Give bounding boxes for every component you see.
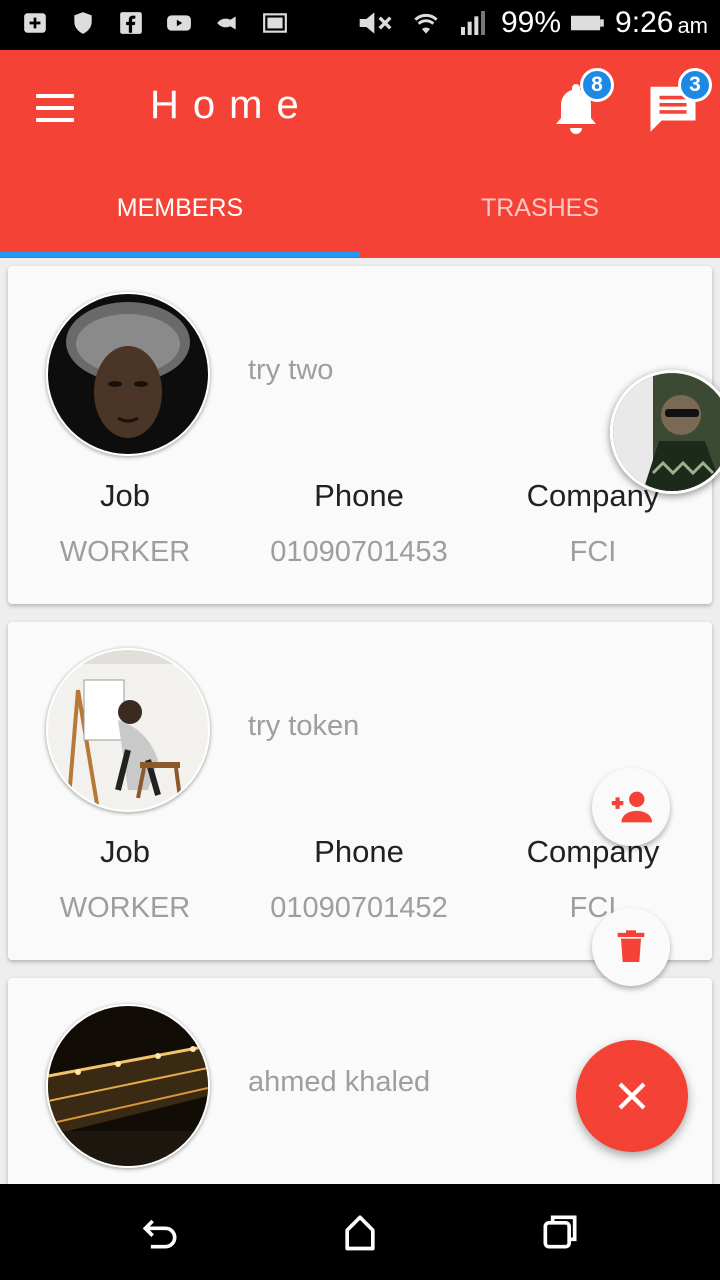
status-bar-system: 99% 9:26 am bbox=[357, 6, 708, 40]
company-value: FCI bbox=[569, 536, 617, 568]
job-value: WORKER bbox=[59, 892, 191, 924]
wifi-icon bbox=[414, 13, 438, 34]
member-avatar[interactable] bbox=[46, 1004, 210, 1168]
phone-label: Phone bbox=[314, 834, 404, 869]
youtube-icon bbox=[167, 15, 191, 31]
battery-percent: 99% bbox=[501, 6, 562, 39]
job-column: Job WORKER bbox=[8, 834, 242, 925]
phone-value: 01090701452 bbox=[270, 892, 448, 924]
member-name: ahmed khaled bbox=[248, 1066, 431, 1098]
person-add-icon bbox=[611, 791, 653, 823]
job-column: Job WORKER bbox=[8, 478, 242, 569]
phone-label: Phone bbox=[314, 478, 404, 513]
member-card[interactable]: try two Job WORKER Phone 01090701453 Com… bbox=[8, 266, 712, 604]
shield-icon bbox=[74, 12, 92, 34]
add-box-icon bbox=[24, 13, 46, 33]
mute-icon bbox=[359, 12, 392, 34]
member-name: try two bbox=[248, 354, 334, 386]
recent-apps-icon[interactable] bbox=[538, 1210, 582, 1254]
signal-icon bbox=[461, 11, 485, 35]
page-title: Home bbox=[150, 83, 313, 127]
phone-value: 01090701453 bbox=[270, 536, 448, 568]
phone-column: Phone 01090701453 bbox=[242, 478, 476, 569]
back-icon[interactable] bbox=[138, 1210, 182, 1254]
job-label: Job bbox=[100, 834, 150, 869]
menu-button[interactable] bbox=[36, 94, 76, 124]
fish-icon bbox=[217, 16, 236, 30]
notifications-button[interactable]: 8 bbox=[552, 68, 614, 136]
member-details: Job WORKER Phone 01090701452 Company FCI bbox=[8, 834, 712, 925]
member-avatar[interactable] bbox=[46, 292, 210, 456]
member-photo bbox=[48, 1006, 208, 1166]
messages-button[interactable]: 3 bbox=[646, 68, 712, 136]
phone-column: Phone 01090701452 bbox=[242, 834, 476, 925]
clock-ampm: am bbox=[677, 13, 708, 38]
menu-icon-line bbox=[36, 106, 74, 110]
job-label: Job bbox=[100, 478, 150, 513]
status-bar: 99% 9:26 am bbox=[0, 0, 720, 50]
company-label: Company bbox=[526, 834, 660, 869]
member-photo bbox=[48, 650, 208, 810]
menu-icon-line bbox=[36, 118, 74, 122]
close-fab-menu-button[interactable] bbox=[576, 1040, 688, 1152]
tab-members[interactable]: MEMBERS bbox=[0, 180, 360, 258]
member-photo bbox=[48, 294, 208, 454]
delete-button[interactable] bbox=[592, 908, 670, 986]
app-bar: Home 8 3 MEMBERS TRASHES bbox=[0, 50, 720, 258]
tab-trashes[interactable]: TRASHES bbox=[360, 180, 720, 258]
member-name: try token bbox=[248, 710, 360, 742]
notification-count-badge: 8 bbox=[580, 68, 614, 102]
member-avatar[interactable] bbox=[46, 648, 210, 812]
delete-icon bbox=[617, 930, 645, 962]
home-icon[interactable] bbox=[338, 1210, 382, 1254]
tab-bar: MEMBERS TRASHES bbox=[0, 180, 720, 258]
user-photo bbox=[613, 373, 720, 491]
tab-indicator bbox=[0, 252, 360, 257]
add-member-button[interactable] bbox=[592, 768, 670, 846]
navigation-bar bbox=[0, 1184, 720, 1280]
close-icon bbox=[618, 1082, 646, 1110]
screenshot-icon bbox=[263, 13, 287, 33]
member-details: Job WORKER Phone 01090701453 Company FCI bbox=[8, 478, 712, 569]
clock-time: 9:26 bbox=[615, 6, 674, 39]
status-bar-notification-icons bbox=[22, 10, 288, 36]
menu-icon-line bbox=[36, 94, 74, 98]
message-count-badge: 3 bbox=[678, 68, 712, 102]
company-value: FCI bbox=[569, 892, 617, 924]
battery-icon bbox=[571, 15, 604, 31]
company-column: Company FCI bbox=[476, 834, 710, 925]
job-value: WORKER bbox=[59, 536, 191, 568]
facebook-icon bbox=[120, 12, 142, 34]
